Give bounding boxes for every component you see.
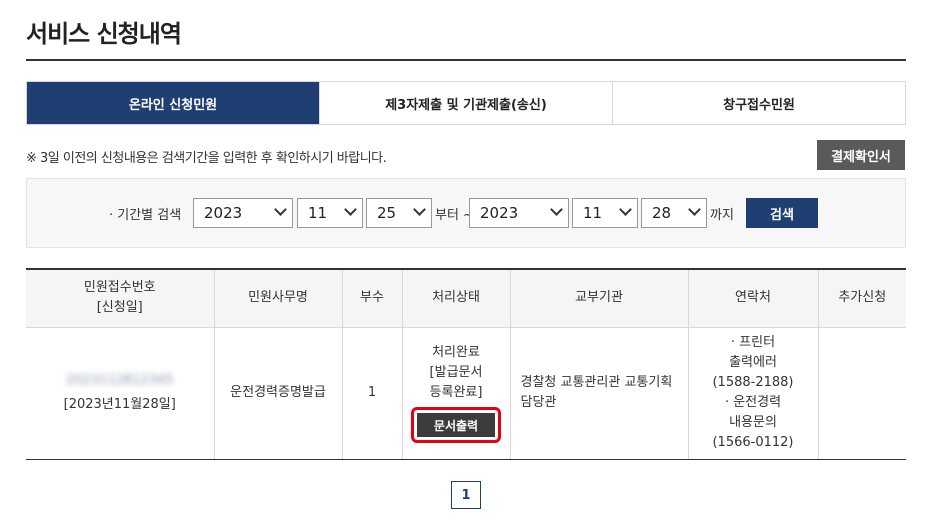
from-day-select[interactable]: 25 xyxy=(366,198,432,228)
header-copies: 부수 xyxy=(341,268,402,328)
contact-line: · 프린터 xyxy=(730,335,776,350)
header-status: 처리상태 xyxy=(401,268,510,328)
chevron-down-icon xyxy=(688,203,701,216)
chevron-down-icon xyxy=(619,203,632,216)
to-month-value: 11 xyxy=(583,204,603,222)
tab-counter-applications[interactable]: 창구접수민원 xyxy=(612,82,905,124)
chevron-down-icon xyxy=(344,203,357,216)
table-header-row: 민원접수번호 [신청일] 민원사무명 부수 처리상태 교부기관 연락처 추가신청 xyxy=(26,268,906,328)
search-panel: · 기간별 검색 2023 11 25 부터 ~ 2023 11 28 까지 검… xyxy=(26,178,906,248)
cell-copies: 1 xyxy=(341,327,402,460)
table-row: 2023112812345 [2023년11월28일] 운전경력증명발급 1 처… xyxy=(26,327,906,460)
header-additional-request: 추가신청 xyxy=(817,268,906,328)
from-year-select[interactable]: 2023 xyxy=(193,198,293,228)
from-month-value: 11 xyxy=(308,204,328,222)
tab-online-applications[interactable]: 온라인 신청민원 xyxy=(27,82,319,124)
cell-additional-request xyxy=(817,327,906,460)
cell-receipt-number: 2023112812345 [2023년11월28일] xyxy=(26,327,214,460)
status-line: 등록완료] xyxy=(429,385,483,400)
cell-service-name: 운전경력증명발급 xyxy=(213,327,342,460)
search-button[interactable]: 검색 xyxy=(746,198,818,228)
header-receipt-number: 민원접수번호 [신청일] xyxy=(26,268,214,328)
chevron-down-icon xyxy=(413,203,426,216)
to-day-value: 28 xyxy=(652,204,672,222)
period-search-label: · 기간별 검색 xyxy=(109,208,182,223)
from-month-select[interactable]: 11 xyxy=(297,198,363,228)
to-year-value: 2023 xyxy=(480,204,519,222)
pagination-page-1[interactable]: 1 xyxy=(451,481,481,509)
header-issuing-agency: 교부기관 xyxy=(509,268,688,328)
page-title: 서비스 신청내역 xyxy=(26,20,182,48)
title-divider xyxy=(26,59,906,61)
application-date: [2023년11월28일] xyxy=(63,397,176,412)
contact-line: 내용문의 xyxy=(729,415,777,430)
from-day-value: 25 xyxy=(377,204,397,222)
to-suffix-label: 까지 xyxy=(710,208,734,223)
header-service-name: 민원사무명 xyxy=(213,268,342,328)
contact-line: (1566-0112) xyxy=(712,435,794,450)
to-day-select[interactable]: 28 xyxy=(641,198,707,228)
tab-third-party-submission[interactable]: 제3자제출 및 기관제출(송신) xyxy=(319,82,612,124)
to-year-select[interactable]: 2023 xyxy=(469,198,569,228)
status-line: 처리완료 xyxy=(432,345,480,360)
contact-line: · 운전경력 xyxy=(724,395,782,410)
application-history-table: 민원접수번호 [신청일] 민원사무명 부수 처리상태 교부기관 연락처 추가신청… xyxy=(26,268,906,460)
receipt-number-redacted: 2023112812345 xyxy=(65,373,174,388)
chevron-down-icon xyxy=(550,203,563,216)
contact-line: 출력에러 xyxy=(729,355,777,370)
cell-issuing-agency: 경찰청 교통관리관 교통기획담당관 xyxy=(509,327,688,460)
search-notice: ※ 3일 이전의 신청내용은 검색기간을 입력한 후 확인하시기 바랍니다. xyxy=(26,151,387,166)
to-month-select[interactable]: 11 xyxy=(572,198,638,228)
header-contact: 연락처 xyxy=(687,268,818,328)
print-document-button[interactable]: 문서출력 xyxy=(417,413,495,437)
service-tabs: 온라인 신청민원 제3자제출 및 기관제출(송신) 창구접수민원 xyxy=(26,81,906,125)
status-line: [발급문서 xyxy=(429,365,483,380)
print-button-highlight: 문서출력 xyxy=(411,407,501,443)
from-year-value: 2023 xyxy=(204,204,243,222)
cell-contact: · 프린터 출력에러 (1588-2188) · 운전경력 내용문의 (1566… xyxy=(687,327,818,460)
cell-status: 처리완료 [발급문서 등록완료] 문서출력 xyxy=(401,327,510,460)
contact-line: (1588-2188) xyxy=(712,375,794,390)
chevron-down-icon xyxy=(274,203,287,216)
payment-receipt-button[interactable]: 결제확인서 xyxy=(817,140,905,170)
